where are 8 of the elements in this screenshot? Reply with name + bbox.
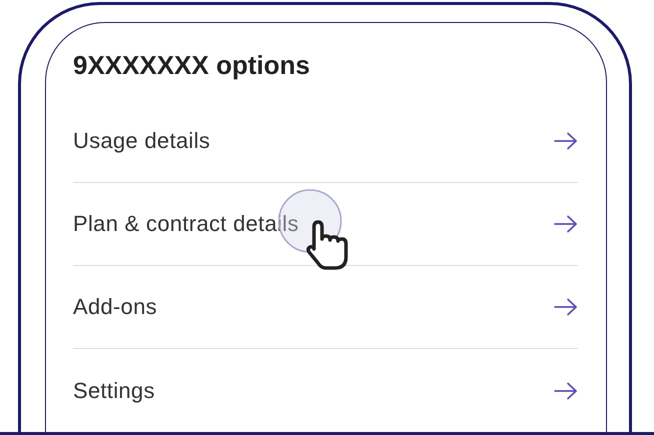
menu-item[interactable]: Usage details — [73, 100, 578, 183]
arrow-right-icon — [554, 132, 578, 150]
menu-item[interactable]: Settings — [73, 349, 578, 432]
arrow-right-icon — [554, 215, 578, 233]
arrow-right-icon — [554, 382, 578, 400]
arrow-right-icon — [554, 298, 578, 316]
screen-title: 9XXXXXXX options — [73, 50, 311, 80]
menu-item[interactable]: Add-ons — [73, 266, 578, 349]
